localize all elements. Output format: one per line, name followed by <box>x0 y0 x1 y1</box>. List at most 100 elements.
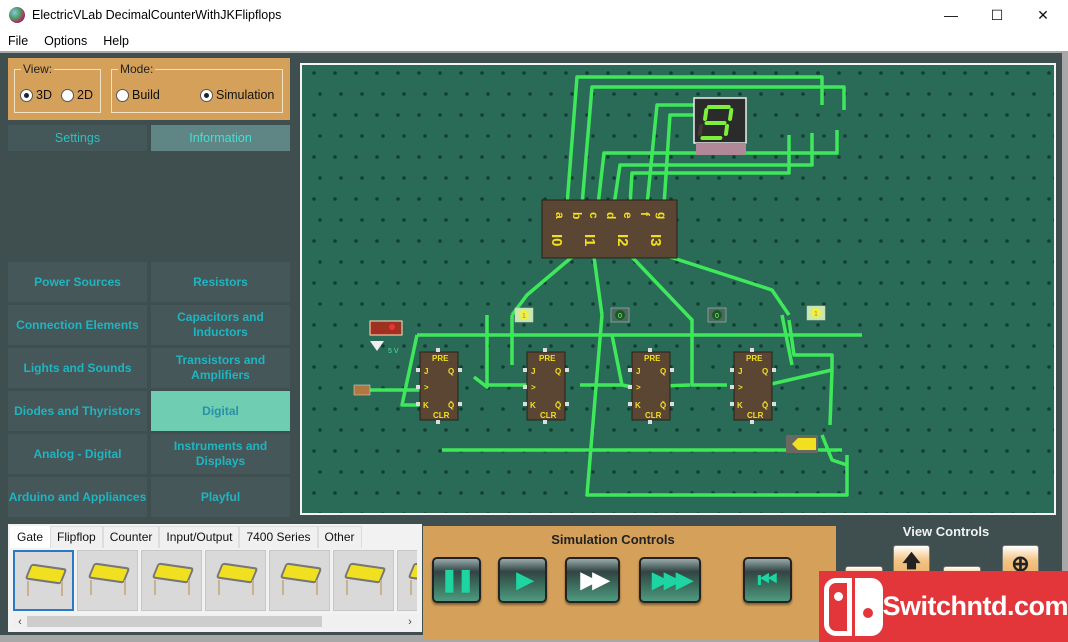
board-peg <box>648 113 652 117</box>
bcd-decoder-chip: a b c d e f gI0 I1 I2 I3 <box>541 199 678 259</box>
category-connection-elements[interactable]: Connection Elements <box>8 305 147 345</box>
tray-tab-7400-series[interactable]: 7400 Series <box>239 526 318 548</box>
mode-group: Mode: Build Simulation <box>111 62 283 113</box>
tray-component-item[interactable] <box>141 550 202 611</box>
pin-q-label: Q <box>762 367 768 376</box>
board-peg <box>696 428 700 432</box>
tray-tab-flipflop[interactable]: Flipflop <box>50 526 103 548</box>
play-button[interactable]: ▶ <box>498 557 547 603</box>
tray-tab-other[interactable]: Other <box>317 526 362 548</box>
radio-simulation[interactable]: Simulation <box>200 88 274 102</box>
radio-2d[interactable]: 2D <box>61 88 93 102</box>
menu-file[interactable]: File <box>0 34 36 48</box>
circuit-viewport[interactable]: a b c d e f g I0 I1 I2 I3 1 0 0 1 PRE J > K Q Q̄ CLR PRE J > K Q Q̄… <box>300 63 1056 515</box>
board-peg <box>864 302 868 306</box>
tray-component-item[interactable] <box>77 550 138 611</box>
menu-options[interactable]: Options <box>36 34 95 48</box>
pin-qbar-label: Q̄ <box>448 401 454 410</box>
board-peg <box>1047 281 1051 285</box>
radio-3d[interactable]: 3D <box>20 88 52 102</box>
information-area <box>8 151 290 259</box>
board-peg <box>480 407 484 411</box>
wire <box>592 256 604 316</box>
tray-component-item[interactable] <box>397 550 417 611</box>
radio-build-indicator[interactable] <box>116 88 129 102</box>
category-lights-sounds[interactable]: Lights and Sounds <box>8 348 147 388</box>
category-capacitors-inductors[interactable]: Capacitors and Inductors <box>151 305 290 345</box>
fastest-button[interactable]: ▶▶▶ <box>639 557 701 603</box>
scroll-right-arrow-icon[interactable]: › <box>403 614 417 629</box>
category-analog-digital[interactable]: Analog - Digital <box>8 434 147 474</box>
category-diodes-thyristors[interactable]: Diodes and Thyristors <box>8 391 147 431</box>
board-peg <box>948 176 952 180</box>
watermark-banner: Switchntd.com <box>819 571 1068 642</box>
board-peg <box>984 365 988 369</box>
category-transistors-amplifiers[interactable]: Transistors and Amplifiers <box>151 348 290 388</box>
flipflop-pin <box>628 368 632 372</box>
board-peg <box>318 218 322 222</box>
board-peg <box>333 239 337 243</box>
radio-2d-indicator[interactable] <box>61 88 74 102</box>
category-digital[interactable]: Digital <box>151 391 290 431</box>
wire <box>585 314 849 497</box>
board-peg <box>549 344 553 348</box>
maximize-button[interactable]: ☐ <box>974 0 1020 30</box>
board-peg <box>837 239 841 243</box>
fast-forward-button[interactable]: ▶▶ <box>565 557 620 603</box>
scroll-left-arrow-icon[interactable]: ‹ <box>13 614 27 629</box>
board-peg <box>816 281 820 285</box>
tab-information[interactable]: Information <box>151 125 290 151</box>
board-peg <box>921 155 925 159</box>
reset-button[interactable]: ⏮ <box>743 557 792 603</box>
decoder-pin-label-a: a <box>553 212 567 219</box>
board-peg <box>501 155 505 159</box>
board-peg <box>906 344 910 348</box>
board-peg <box>738 512 742 513</box>
radio-simulation-indicator[interactable] <box>200 88 213 102</box>
category-power-sources[interactable]: Power Sources <box>8 262 147 302</box>
board-peg <box>423 428 427 432</box>
board-peg <box>948 386 952 390</box>
board-peg <box>438 71 442 75</box>
board-peg <box>984 449 988 453</box>
category-arduino-appliances[interactable]: Arduino and Appliances <box>8 477 147 517</box>
chip-pin <box>27 581 29 596</box>
tray-component-item[interactable] <box>13 550 74 611</box>
segment-g <box>704 121 727 125</box>
board-peg <box>816 365 820 369</box>
menu-help[interactable]: Help <box>95 34 137 48</box>
board-peg <box>837 155 841 159</box>
tray-scrollbar[interactable]: ‹ › <box>13 614 417 629</box>
category-instruments-displays[interactable]: Instruments and Displays <box>151 434 290 474</box>
board-peg <box>843 344 847 348</box>
tray-component-item[interactable] <box>333 550 394 611</box>
app-logo-icon <box>9 7 25 23</box>
board-peg <box>738 92 742 96</box>
tray-tab-input-output[interactable]: Input/Output <box>159 526 240 548</box>
board-peg <box>795 239 799 243</box>
radio-build[interactable]: Build <box>116 88 160 102</box>
board-peg <box>612 134 616 138</box>
pause-button[interactable]: ❚❚ <box>432 557 481 603</box>
chip-pin <box>380 580 382 595</box>
board-peg <box>339 218 343 222</box>
board-peg <box>564 491 568 495</box>
category-playful[interactable]: Playful <box>151 477 290 517</box>
close-button[interactable]: ✕ <box>1020 0 1066 30</box>
tray-component-item[interactable] <box>205 550 266 611</box>
category-resistors[interactable]: Resistors <box>151 262 290 302</box>
tray-tab-gate[interactable]: Gate <box>10 526 51 548</box>
scroll-thumb[interactable] <box>27 616 322 627</box>
board-peg <box>312 491 316 495</box>
tab-settings[interactable]: Settings <box>8 125 147 151</box>
radio-3d-indicator[interactable] <box>20 88 33 102</box>
tray-component-item[interactable] <box>269 550 330 611</box>
board-peg <box>990 134 994 138</box>
board-peg <box>927 512 931 513</box>
board-peg <box>606 365 610 369</box>
circuit-board[interactable]: a b c d e f gI0 I1 I2 I31 0 0 1PREJ>KQQ̄CLRPREJ>KQQ̄… <box>302 65 1054 513</box>
tray-tab-counter[interactable]: Counter <box>102 526 160 548</box>
board-peg <box>360 92 364 96</box>
source-voltage-label: 5 V <box>388 348 399 355</box>
minimize-button[interactable]: — <box>928 0 974 30</box>
